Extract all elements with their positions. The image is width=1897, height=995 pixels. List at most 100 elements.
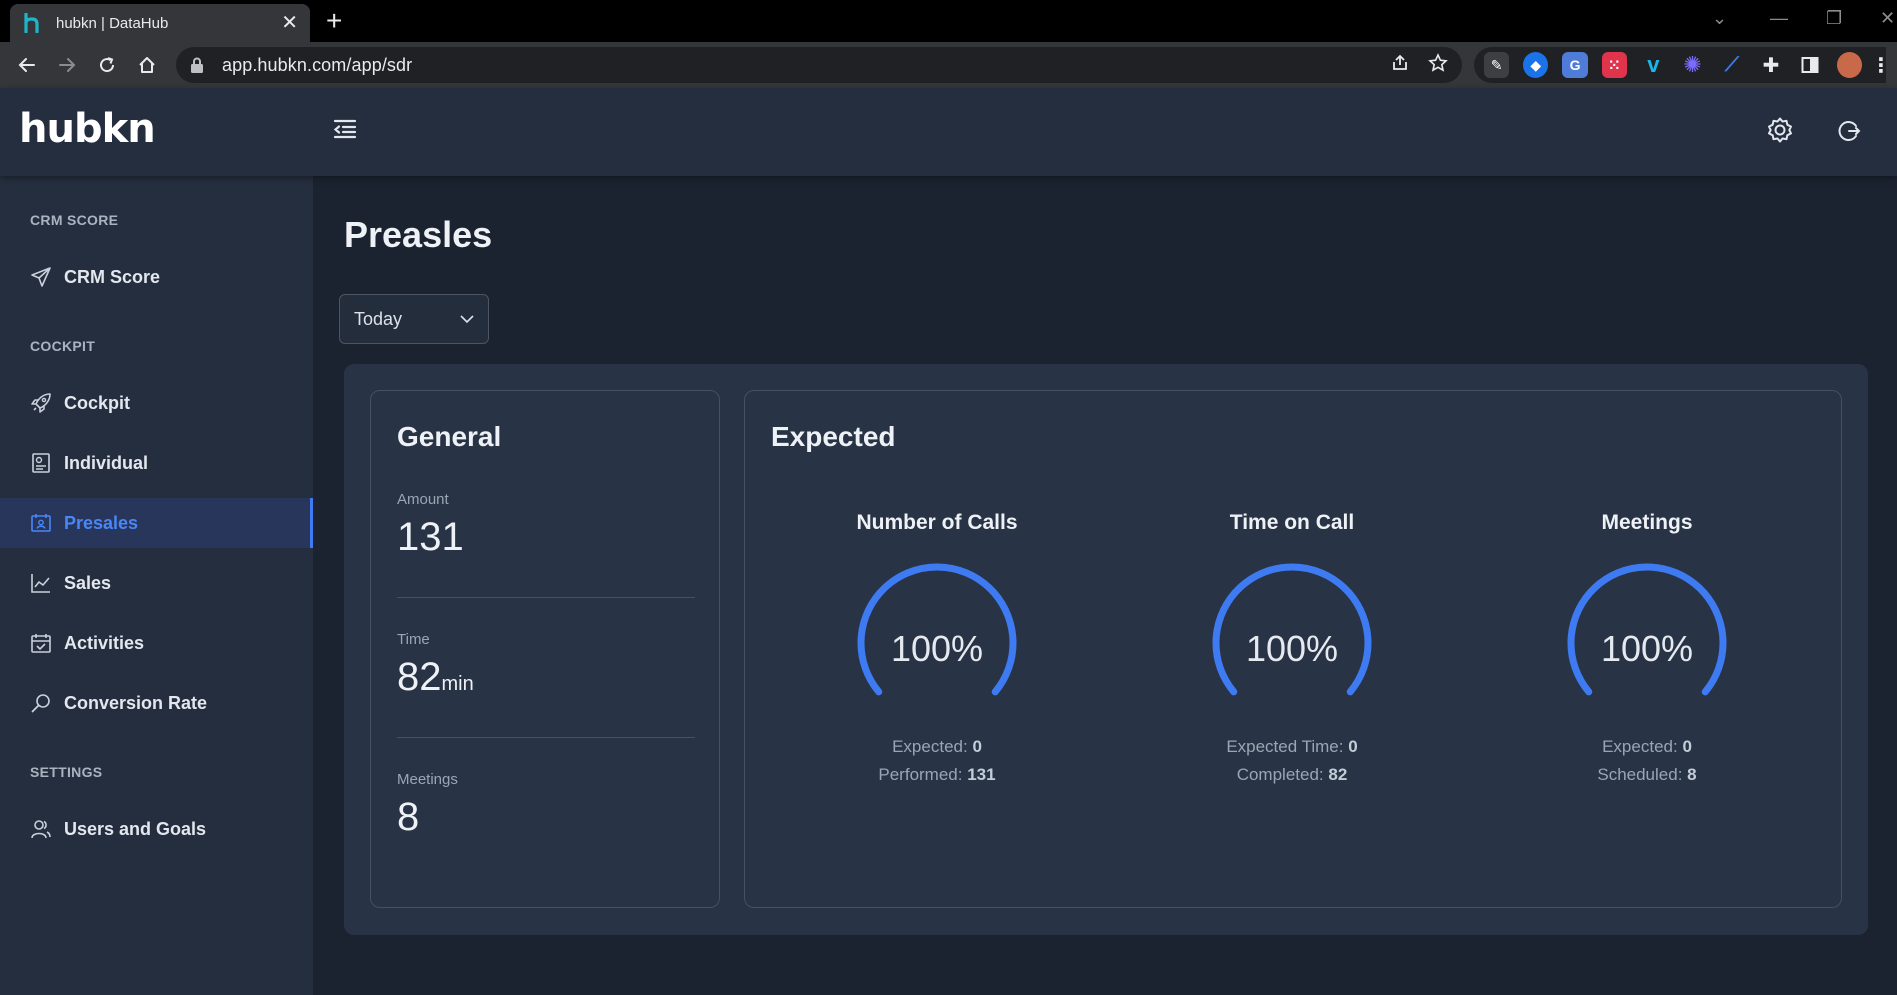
chevron-down-icon	[460, 315, 474, 324]
dice-extension-icon[interactable]: ⁙	[1601, 52, 1627, 78]
divider	[397, 597, 695, 598]
forward-button[interactable]	[54, 52, 80, 78]
extensions-bar: ✎ ◆ G ⁙ v ✺ ⟋ ✚ ⋮	[1474, 47, 1891, 83]
expected-title: Expected	[771, 421, 896, 452]
meetings-value: 8	[397, 795, 420, 839]
divider	[397, 737, 695, 738]
sidebar-item-label: Conversion Rate	[64, 692, 208, 713]
back-button[interactable]	[14, 52, 40, 78]
page-title: Preasles	[344, 214, 493, 255]
profile-avatar[interactable]	[1836, 52, 1863, 78]
home-button[interactable]	[134, 52, 160, 78]
gauge-title: Time on Call	[1229, 511, 1355, 534]
sidebar-item-label: Presales	[64, 512, 139, 533]
url-text: app.hubkn.com/app/sdr	[222, 54, 413, 75]
reload-icon	[100, 57, 115, 73]
gauge-line2: Performed: 131	[878, 765, 996, 784]
arrow-left-icon	[18, 58, 35, 72]
gauge-percent: 100%	[891, 628, 983, 669]
reload-button[interactable]	[94, 52, 120, 78]
expected-card: Expected Number of Calls 100% Expected: …	[744, 390, 1842, 908]
browser-tab[interactable]: hubkn | DataHub ✕	[10, 4, 310, 42]
side-panel-icon[interactable]	[1798, 52, 1823, 78]
period-select-value: Today	[354, 308, 403, 329]
period-select[interactable]: Today	[339, 294, 489, 344]
sidebar-item-label: Cockpit	[64, 392, 131, 413]
sidebar-item-label: Activities	[64, 632, 145, 653]
browser-tab-bar: hubkn | DataHub ✕ + ⌄ — ❐ ✕	[0, 0, 1897, 42]
sidebar-section-crm-score: CRM SCORE	[30, 212, 119, 228]
logout-icon	[1838, 121, 1861, 141]
gauge-ring: 100%	[857, 563, 1017, 696]
tab-close-icon[interactable]: ✕	[281, 13, 298, 33]
diamond-extension-icon[interactable]: ◆	[1523, 52, 1549, 78]
share-icon[interactable]	[1390, 53, 1410, 73]
gauge-title: Number of Calls	[856, 511, 1018, 534]
sidebar-item-label: CRM Score	[64, 266, 161, 287]
sidebar-toggle-button[interactable]	[333, 118, 357, 145]
dashboard-panel: General Amount 131 Time 82min Meetings 8…	[344, 364, 1868, 935]
sidebar-section-cockpit: COCKPIT	[30, 338, 96, 354]
sidebar-item-users-and-goals[interactable]: Users and Goals	[0, 804, 313, 854]
close-window-button[interactable]: ✕	[1880, 8, 1895, 29]
vimeo-extension-icon[interactable]: v	[1641, 52, 1666, 78]
settings-button[interactable]	[1766, 116, 1794, 149]
pen-extension-icon[interactable]: ✎	[1484, 52, 1510, 78]
feather-extension-icon[interactable]: ⟋	[1719, 52, 1744, 78]
browser-toolbar: app.hubkn.com/app/sdr ✎ ◆ G ⁙ v ✺ ⟋ ✚ ⋮	[0, 42, 1897, 88]
gauge-line1: Expected: 0	[892, 737, 982, 756]
sidebar-item-individual[interactable]: Individual	[0, 438, 313, 488]
amount-label: Amount	[397, 491, 449, 508]
app-header: hubkn	[0, 88, 1897, 176]
hubkn-favicon-icon	[22, 13, 42, 33]
gauge-number-of-calls: Number of Calls 100% Expected: 0 Perform…	[787, 511, 1087, 789]
sidebar-item-label: Sales	[64, 572, 112, 593]
logout-button[interactable]	[1837, 119, 1861, 148]
puzzle-extensions-icon[interactable]: ✚	[1758, 52, 1783, 78]
sidebar-item-crm-score[interactable]: CRM Score	[0, 252, 313, 302]
id-card-icon	[30, 512, 52, 534]
browser-menu-icon[interactable]: ⋮	[1871, 52, 1891, 78]
general-title: General	[397, 421, 502, 452]
hubkn-logo[interactable]: hubkn	[19, 106, 156, 152]
time-label: Time	[397, 631, 430, 648]
restore-button[interactable]: ❐	[1826, 8, 1842, 29]
gauge-meetings: Meetings 100% Expected: 0 Scheduled: 8	[1497, 511, 1797, 789]
sidebar-item-presales[interactable]: Presales	[0, 498, 313, 548]
minimize-button[interactable]: —	[1770, 8, 1788, 29]
sidebar-item-conversion-rate[interactable]: Conversion Rate	[0, 678, 313, 728]
sidebar-item-sales[interactable]: Sales	[0, 558, 313, 608]
rocket-icon	[30, 392, 52, 414]
time-value: 82min	[397, 655, 474, 699]
user-file-icon	[30, 452, 52, 474]
sidebar-item-label: Individual	[64, 452, 149, 473]
new-tab-button[interactable]: +	[326, 6, 342, 36]
send-icon	[30, 266, 52, 288]
arrow-right-icon	[59, 58, 76, 72]
home-icon	[139, 57, 155, 73]
sidebar-item-label: Users and Goals	[64, 818, 207, 839]
chart-line-icon	[30, 572, 52, 594]
sidebar-item-cockpit[interactable]: Cockpit	[0, 378, 313, 428]
amount-value: 131	[397, 515, 464, 559]
address-bar[interactable]: app.hubkn.com/app/sdr	[176, 47, 1462, 83]
menu-collapse-icon	[333, 119, 357, 139]
gauge-percent: 100%	[1601, 628, 1693, 669]
translate-extension-icon[interactable]: G	[1562, 52, 1588, 78]
sidebar-item-activities[interactable]: Activities	[0, 618, 313, 668]
gauge-line2: Scheduled: 8	[1597, 765, 1697, 784]
gauge-time-on-call: Time on Call 100% Expected Time: 0 Compl…	[1142, 511, 1442, 789]
users-icon	[30, 818, 52, 840]
tab-title: hubkn | DataHub	[56, 14, 169, 32]
tab-search-icon[interactable]: ⌄	[1712, 8, 1727, 29]
bookmark-star-icon[interactable]	[1428, 53, 1448, 73]
calendar-check-icon	[30, 632, 52, 654]
gauge-line2: Completed: 82	[1236, 765, 1348, 784]
gauge-ring: 100%	[1567, 563, 1727, 696]
sparkle-extension-icon[interactable]: ✺	[1680, 52, 1705, 78]
time-unit: min	[441, 673, 474, 695]
gauge-line1: Expected Time: 0	[1226, 737, 1358, 756]
gauge-percent: 100%	[1246, 628, 1338, 669]
gauge-line1: Expected: 0	[1602, 737, 1692, 756]
magnifier-icon	[30, 692, 52, 714]
